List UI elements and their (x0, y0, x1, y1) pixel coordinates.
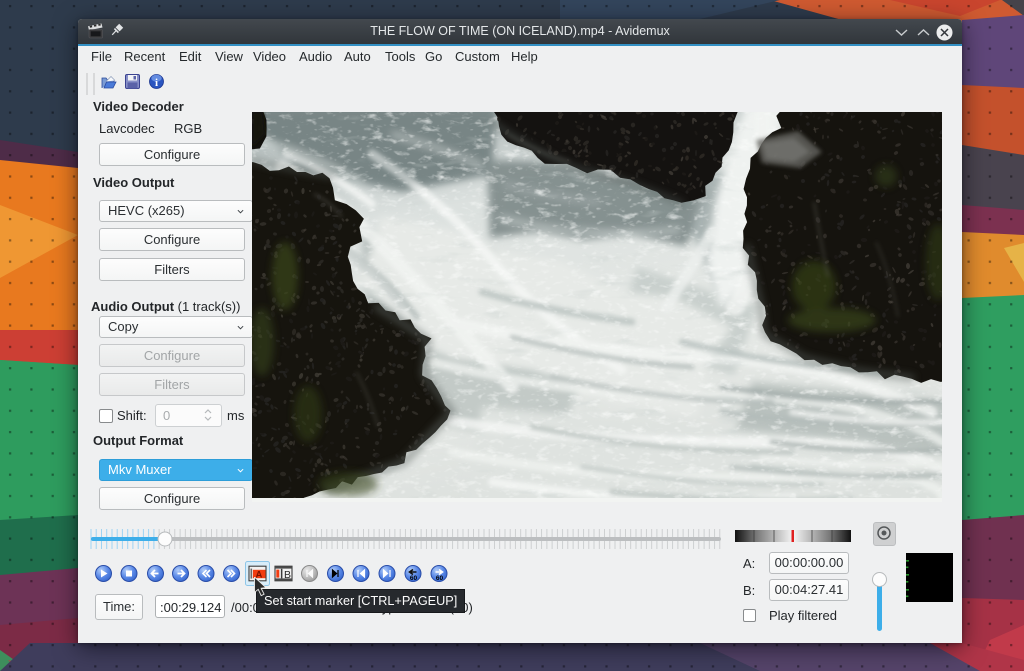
svg-text:60: 60 (436, 575, 444, 582)
svg-text:60: 60 (410, 575, 418, 582)
svg-text:B: B (284, 569, 291, 581)
svg-text:i: i (155, 77, 158, 89)
